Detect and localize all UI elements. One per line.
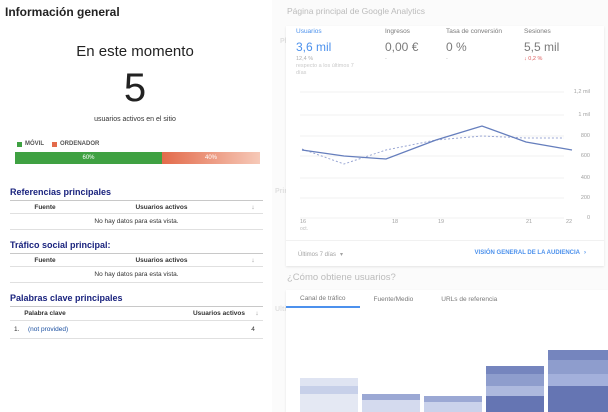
keywords-header: Palabra clave Usuarios activos ↓	[10, 307, 263, 321]
x-tick: 21	[526, 219, 533, 225]
social-col-source[interactable]: Fuente	[10, 257, 80, 264]
users-line	[301, 125, 573, 160]
device-bar-mobile-label: 60%	[82, 155, 95, 161]
bar-group-4	[486, 366, 544, 412]
x-tick: 18	[392, 219, 399, 225]
overview-card: Usuarios 3,6 mil 12,4 % respecto a los ú…	[286, 26, 604, 266]
date-range-dropdown[interactable]: Últimos 7 días ▾	[298, 251, 344, 259]
social-title: Tráfico social principal:	[10, 240, 263, 254]
legend-item-mobile: MÓVIL	[17, 141, 44, 147]
keyword-row-link[interactable]: (not provided)	[28, 326, 243, 333]
users-line-chart	[300, 91, 573, 219]
realtime-panel: Información general En este momento 5 us…	[0, 0, 270, 412]
page-title: Información general	[5, 5, 120, 19]
bar-group-3	[424, 396, 482, 412]
bar-group-1	[300, 378, 358, 412]
social-col-users[interactable]: Usuarios activos	[80, 257, 243, 264]
legend-label-mobile: MÓVIL	[25, 141, 44, 147]
keyword-row-index: 1.	[14, 326, 20, 333]
arrow-down-icon[interactable]: ↓	[251, 310, 263, 317]
active-users-count: 5	[123, 66, 147, 110]
keywords-title: Palabras clave principales	[10, 293, 263, 307]
acquisition-stacked-bars	[300, 350, 608, 412]
divider	[286, 240, 604, 241]
keywords-col-keyword[interactable]: Palabra clave	[10, 310, 80, 317]
legend-label-desktop: ORDENADOR	[60, 141, 100, 147]
social-header: Fuente Usuarios activos ↓	[10, 254, 263, 267]
keyword-row-users: 4	[251, 326, 255, 333]
social-empty-text: No hay datos para esta vista.	[94, 271, 179, 278]
referrals-col-users[interactable]: Usuarios activos	[80, 204, 243, 211]
caret-down-icon: ▾	[340, 252, 344, 258]
referrals-section: Referencias principales Fuente Usuarios …	[10, 187, 263, 230]
referrals-col-source[interactable]: Fuente	[10, 204, 80, 211]
arrow-down-icon[interactable]: ↓	[243, 257, 263, 264]
arrow-down-icon[interactable]: ↓	[243, 204, 263, 211]
device-legend: MÓVIL ORDENADOR	[17, 141, 99, 147]
ga-home-title: Página principal de Google Analytics	[287, 6, 425, 16]
audience-link-label: VISIÓN GENERAL DE LA AUDIENCIA	[474, 250, 580, 256]
acquisition-card: Canal de tráfico Fuente/Medio URLs de re…	[286, 290, 608, 412]
x-tick: 16	[300, 219, 307, 225]
now-label: En este momento	[76, 43, 194, 60]
previous-period-line	[301, 135, 564, 165]
table-row: 1. (not provided) 4	[10, 321, 263, 339]
acquisition-title: ¿Cómo obtiene usuarios?	[287, 272, 396, 283]
social-empty-row: No hay datos para esta vista.	[10, 267, 263, 283]
x-tick: 19	[438, 219, 445, 225]
legend-swatch-mobile	[17, 141, 22, 147]
referrals-header: Fuente Usuarios activos ↓	[10, 201, 263, 214]
ga-home-background: Página principal de Google Analytics Pl …	[272, 0, 608, 412]
keywords-section: Palabras clave principales Palabra clave…	[10, 293, 263, 339]
chevron-right-icon: ›	[584, 250, 586, 256]
x-tick: 22	[566, 219, 573, 225]
legend-swatch-desktop	[52, 141, 57, 147]
device-bar-mobile: 60%	[15, 152, 162, 164]
keywords-col-users[interactable]: Usuarios activos	[80, 310, 251, 317]
referrals-title: Referencias principales	[10, 187, 263, 201]
date-range-label: Últimos 7 días	[298, 251, 337, 258]
bar-group-5	[548, 350, 608, 412]
x-tick-month: oct.	[300, 226, 309, 232]
device-bar-desktop: 40%	[162, 152, 260, 164]
device-bar-desktop-label: 40%	[204, 155, 217, 161]
device-split-bar: 60% 40%	[15, 152, 260, 164]
referrals-empty-text: No hay datos para esta vista.	[94, 218, 179, 225]
social-section: Tráfico social principal: Fuente Usuario…	[10, 240, 263, 283]
audience-overview-link[interactable]: VISIÓN GENERAL DE LA AUDIENCIA ›	[475, 250, 586, 256]
referrals-empty-row: No hay datos para esta vista.	[10, 214, 263, 230]
active-users-caption: usuarios activos en el sitio	[94, 116, 176, 123]
legend-item-desktop: ORDENADOR	[52, 141, 99, 147]
bar-group-2	[362, 394, 420, 412]
